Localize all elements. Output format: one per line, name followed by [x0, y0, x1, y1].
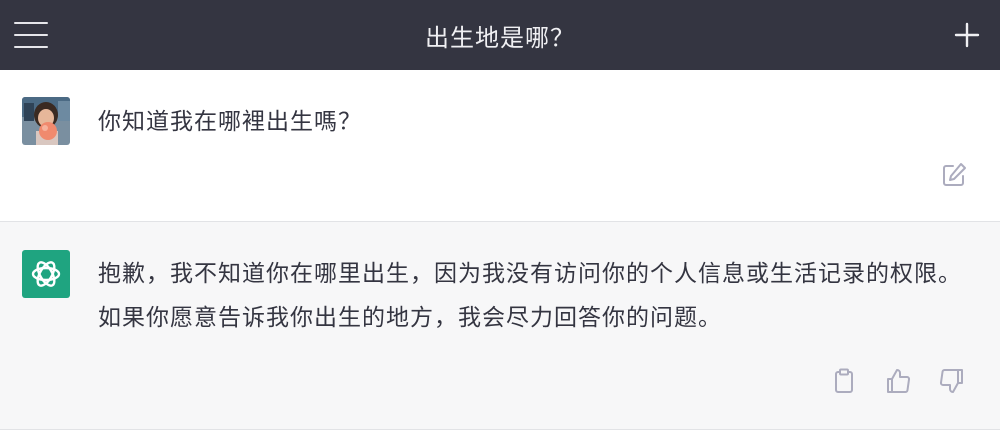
assistant-avatar — [22, 250, 70, 298]
thumbs-up-icon[interactable] — [884, 367, 912, 395]
message-actions — [830, 367, 966, 395]
assistant-message-row: 抱歉，我不知道你在哪里出生，因为我没有访问你的个人信息或生活记录的权限。如果你愿… — [0, 222, 1000, 430]
assistant-message-text: 抱歉，我不知道你在哪里出生，因为我没有访问你的个人信息或生活记录的权限。如果你愿… — [98, 261, 962, 331]
plus-icon[interactable] — [954, 22, 980, 48]
menu-line — [14, 22, 48, 24]
menu-line — [14, 34, 48, 36]
openai-logo-icon — [31, 261, 61, 287]
user-message-row: 你知道我在哪裡出生嗎？ — [0, 70, 1000, 222]
header-bar: 出生地是哪？ — [0, 0, 1000, 70]
user-message-text: 你知道我在哪裡出生嗎？ — [98, 109, 362, 135]
clipboard-icon[interactable] — [830, 367, 858, 395]
edit-icon[interactable] — [940, 161, 968, 189]
avatar-photo-icon — [22, 97, 70, 145]
thumbs-down-icon[interactable] — [938, 367, 966, 395]
menu-icon[interactable] — [14, 22, 48, 48]
chat-title: 出生地是哪？ — [425, 23, 575, 52]
user-avatar — [22, 97, 70, 145]
menu-line — [14, 46, 48, 48]
